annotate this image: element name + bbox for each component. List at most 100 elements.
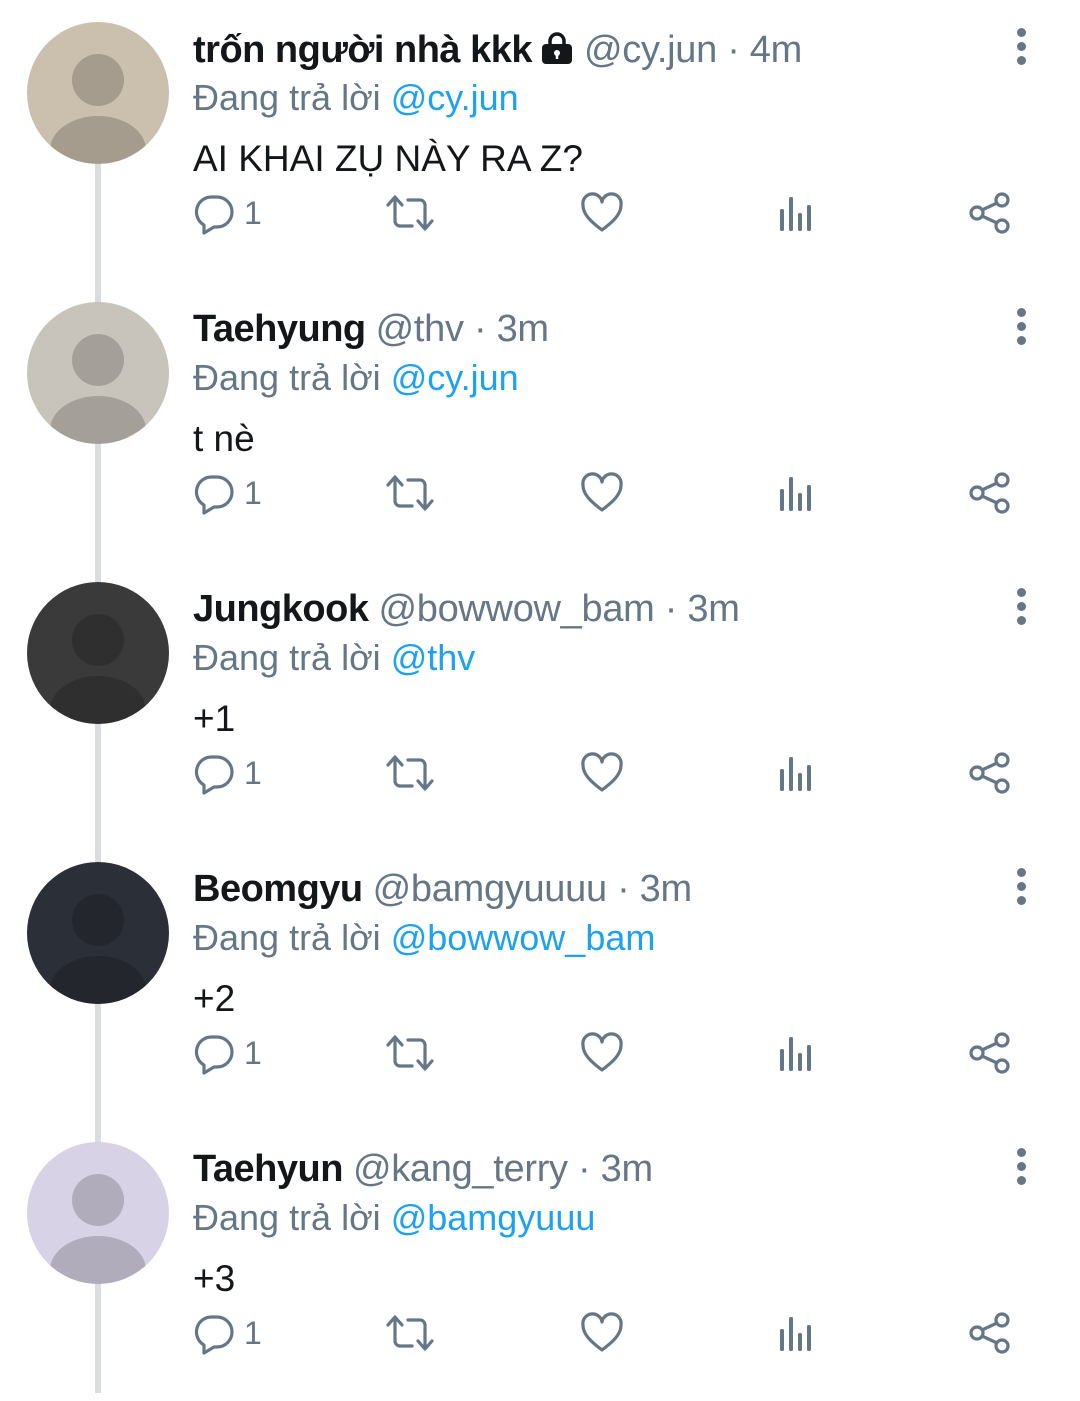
action-bar: 1 [190,1028,1040,1078]
analytics-icon [780,477,811,511]
like-icon [581,752,623,792]
like-icon [581,192,623,232]
reply-button[interactable]: 1 [192,188,262,238]
more-icon[interactable] [1006,588,1036,632]
share-icon [969,1312,1010,1354]
action-bar: 1 [190,468,1040,518]
retweet-icon [386,195,434,231]
share-button[interactable] [968,468,1012,518]
tweet-header: Taehyun @kang_terry · 3m [193,1148,653,1192]
like-button[interactable] [580,1308,624,1358]
tweet-header: trốn người nhà kkk @cy.jun · 4m [193,28,802,72]
avatar[interactable] [27,302,169,444]
reply-to-mention[interactable]: @cy.jun [391,77,519,118]
retweet-button[interactable] [386,1028,434,1078]
reply-count: 1 [244,474,262,511]
tweet[interactable]: trốn người nhà kkk @cy.jun · 4m Đang trả… [0,0,1080,281]
tweet[interactable]: Jungkook @bowwow_bam · 3m Đang trả lời @… [0,560,1080,841]
tweet-text: t nè [193,418,255,459]
reply-icon [194,755,234,795]
more-icon[interactable] [1006,308,1036,352]
share-button[interactable] [968,188,1012,238]
tweet[interactable]: Taehyung @thv · 3m Đang trả lời @cy.jun … [0,280,1080,561]
action-bar: 1 [190,1308,1040,1358]
more-icon[interactable] [1006,28,1036,72]
share-icon [969,1032,1010,1074]
analytics-icon [780,757,811,791]
more-icon[interactable] [1006,868,1036,912]
handle-and-time[interactable]: @thv · 3m [376,308,549,351]
replying-to: Đang trả lời @bowwow_bam [193,917,655,959]
avatar[interactable] [27,862,169,1004]
tweet[interactable]: Taehyun @kang_terry · 3m Đang trả lời @b… [0,1120,1080,1401]
display-name[interactable]: Taehyung [193,308,366,351]
analytics-button[interactable] [774,748,818,798]
retweet-icon [386,1315,434,1351]
like-icon [581,1312,623,1352]
like-button[interactable] [580,1028,624,1078]
reply-to-mention[interactable]: @thv [391,637,476,678]
reply-count: 1 [244,1314,262,1351]
replying-to: Đang trả lời @cy.jun [193,357,519,399]
display-name[interactable]: Taehyun [193,1148,343,1191]
avatar[interactable] [27,1142,169,1284]
retweet-button[interactable] [386,748,434,798]
share-icon [969,472,1010,514]
display-name[interactable]: Beomgyu [193,868,363,911]
action-bar: 1 [190,748,1040,798]
replying-label: Đang trả lời [193,637,381,678]
reply-icon [194,475,234,515]
analytics-button[interactable] [774,188,818,238]
avatar[interactable] [27,582,169,724]
reply-to-mention[interactable]: @bamgyuuu [391,1197,596,1238]
replying-label: Đang trả lời [193,77,381,118]
reply-count: 1 [244,1034,262,1071]
tweet-header: Beomgyu @bamgyuuuu · 3m [193,868,692,912]
display-name[interactable]: Jungkook [193,588,369,631]
like-icon [581,472,623,512]
reply-button[interactable]: 1 [192,468,262,518]
retweet-icon [386,755,434,791]
lock-icon [540,32,574,66]
reply-button[interactable]: 1 [192,1308,262,1358]
tweet-text: +2 [193,978,236,1019]
more-icon[interactable] [1006,1148,1036,1192]
action-bar: 1 [190,188,1040,238]
like-icon [581,1032,623,1072]
analytics-button[interactable] [774,1028,818,1078]
like-button[interactable] [580,468,624,518]
replying-to: Đang trả lời @thv [193,637,475,679]
analytics-button[interactable] [774,468,818,518]
avatar[interactable] [27,22,169,164]
analytics-icon [780,1037,811,1071]
handle-and-time[interactable]: @kang_terry · 3m [353,1148,653,1191]
reply-button[interactable]: 1 [192,748,262,798]
analytics-button[interactable] [774,1308,818,1358]
replying-label: Đang trả lời [193,357,381,398]
tweet-text: +1 [193,698,236,739]
share-icon [969,752,1010,794]
retweet-icon [386,475,434,511]
display-name[interactable]: trốn người nhà kkk [193,29,533,72]
retweet-button[interactable] [386,1308,434,1358]
like-button[interactable] [580,188,624,238]
tweet-header: Taehyung @thv · 3m [193,308,549,352]
tweet[interactable]: Beomgyu @bamgyuuuu · 3m Đang trả lời @bo… [0,840,1080,1121]
analytics-icon [780,1317,811,1351]
handle-and-time[interactable]: @bamgyuuuu · 3m [373,868,693,911]
replying-to: Đang trả lời @cy.jun [193,77,519,119]
replying-label: Đang trả lời [193,917,381,958]
share-button[interactable] [968,748,1012,798]
retweet-button[interactable] [386,468,434,518]
retweet-button[interactable] [386,188,434,238]
retweet-icon [386,1035,434,1071]
reply-to-mention[interactable]: @cy.jun [391,357,519,398]
share-button[interactable] [968,1028,1012,1078]
like-button[interactable] [580,748,624,798]
handle-and-time[interactable]: @cy.jun · 4m [584,29,802,72]
share-icon [969,192,1010,234]
share-button[interactable] [968,1308,1012,1358]
reply-button[interactable]: 1 [192,1028,262,1078]
handle-and-time[interactable]: @bowwow_bam · 3m [378,588,739,631]
reply-to-mention[interactable]: @bowwow_bam [391,917,656,958]
